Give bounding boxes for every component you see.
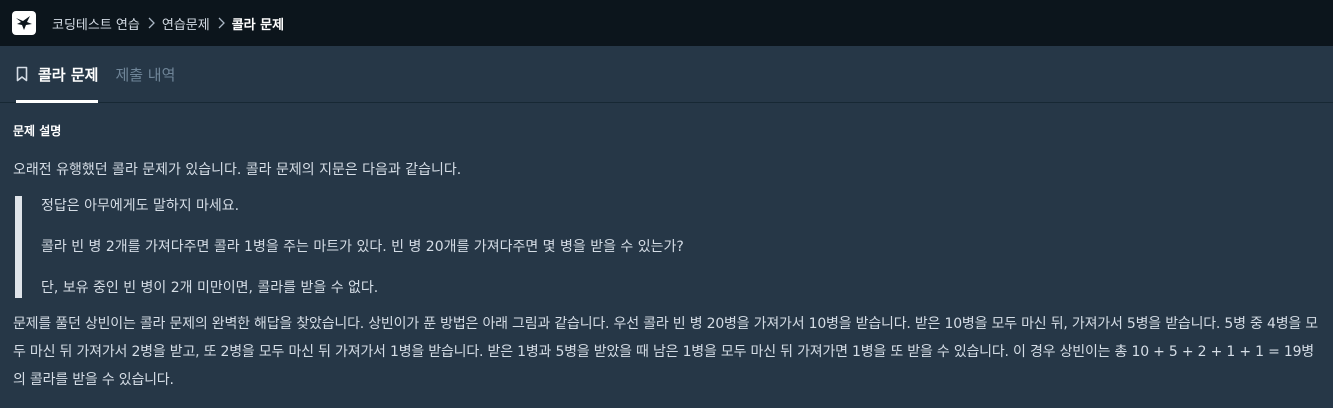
logo-icon[interactable] — [12, 11, 36, 35]
blockquote: 정답은 아무에게도 말하지 마세요. 콜라 빈 병 2개를 가져다주면 콜라 1… — [15, 196, 1321, 298]
intro-paragraph: 오래전 유행했던 콜라 문제가 있습니다. 콜라 문제의 지문은 다음과 같습니… — [13, 162, 462, 178]
breadcrumb-current: 콜라 문제 — [231, 17, 285, 33]
quote-line: 단, 보유 중인 빈 병이 2개 미만이면, 콜라를 받을 수 없다. — [41, 280, 379, 296]
tab-problem-label: 콜라 문제 — [38, 65, 99, 84]
quote-line: 정답은 아무에게도 말하지 마세요. — [41, 198, 240, 214]
quote-line: 콜라 빈 병 2개를 가져다주면 콜라 1병을 주는 마트가 있다. 빈 병 2… — [41, 239, 684, 255]
explanation-paragraph: 문제를 풀던 상빈이는 콜라 문제의 완벽한 해답을 찾았습니다. 상빈이가 푼… — [13, 316, 1318, 388]
breadcrumb-item-coding-test[interactable]: 코딩테스트 연습 — [52, 14, 140, 33]
problem-description: 문제 설명 오래전 유행했던 콜라 문제가 있습니다. 콜라 문제의 지문은 다… — [0, 103, 1333, 394]
tab-bar: 콜라 문제 제출 내역 — [0, 46, 1333, 103]
section-title: 문제 설명 — [13, 124, 62, 138]
tab-submissions[interactable]: 제출 내역 — [115, 46, 175, 102]
chevron-right-icon — [147, 17, 155, 29]
tab-problem[interactable]: 콜라 문제 — [16, 46, 99, 103]
chevron-right-icon — [217, 17, 225, 29]
top-navigation-bar: 코딩테스트 연습 연습문제 콜라 문제 — [0, 0, 1333, 46]
bookmark-icon — [16, 66, 28, 82]
breadcrumb-item-practice[interactable]: 연습문제 — [162, 14, 210, 33]
tab-submissions-label: 제출 내역 — [115, 65, 176, 84]
